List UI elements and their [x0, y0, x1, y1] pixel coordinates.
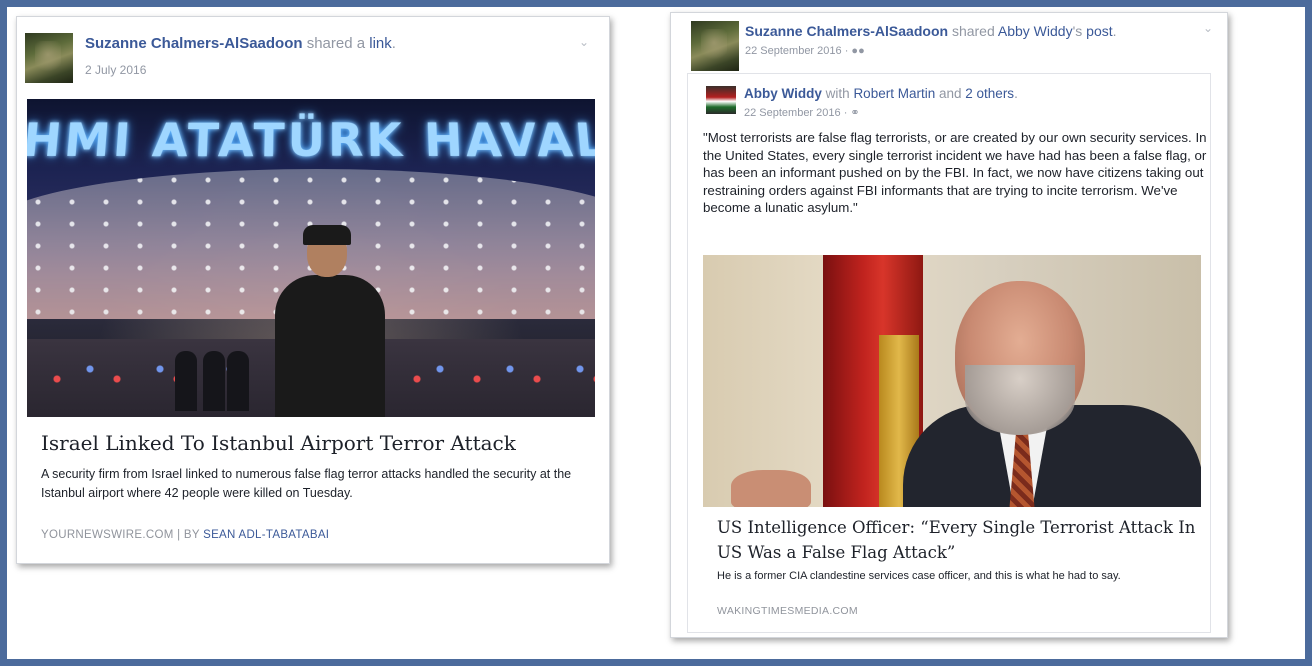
article-source[interactable]: WAKINGTIMESMEDIA.COM [717, 605, 858, 617]
inner-date-row: 22 September 2016 · ⚭ [744, 106, 860, 119]
post-header: Suzanne Chalmers-AlSaadoon shared Abby W… [745, 23, 1117, 39]
tagged-person-link[interactable]: Robert Martin [853, 86, 935, 101]
post-date[interactable]: 2 July 2016 [85, 63, 146, 77]
author-name-link[interactable]: Suzanne Chalmers-AlSaadoon [745, 23, 948, 39]
article-headline[interactable]: Israel Linked To Istanbul Airport Terror… [41, 431, 591, 455]
and-label: and [938, 86, 962, 101]
post-header: Suzanne Chalmers-AlSaadoon shared a link… [85, 35, 396, 52]
article-headline[interactable]: US Intelligence Officer: “Every Single T… [717, 515, 1207, 565]
shared-from-link[interactable]: Abby Widdy [998, 23, 1073, 39]
inner-post-date[interactable]: 22 September 2016 [744, 107, 841, 119]
article-image[interactable] [703, 255, 1201, 507]
source-separator: | [177, 529, 181, 541]
hand-graphic [731, 470, 811, 507]
inner-post-header: Abby Widdy with Robert Martin and 2 othe… [744, 86, 1018, 101]
article-author-link[interactable]: SEAN ADL-TABATABAI [203, 529, 329, 541]
article-source: YOURNEWSWIRE.COM | BY SEAN ADL-TABATABAI [41, 529, 329, 541]
quoted-text: "Most terrorists are false flag terroris… [703, 130, 1207, 215]
person-silhouette [175, 351, 197, 411]
friends-icon: · ●● [844, 45, 865, 57]
airport-sign-text: HMI ATATÜRK HAVALIMAN [27, 113, 595, 167]
article-description: He is a former CIA clandestine services … [717, 570, 1121, 582]
header-period: . [391, 35, 396, 52]
possessive-suffix: 's [1072, 23, 1083, 39]
chevron-down-icon[interactable]: ⌄ [579, 35, 589, 49]
author-avatar[interactable] [691, 21, 739, 71]
person-silhouette [203, 351, 225, 411]
action-text: shared [951, 23, 995, 39]
with-label: with [825, 86, 850, 101]
armed-officer-figure [255, 225, 405, 417]
author-avatar[interactable] [25, 33, 73, 83]
article-image[interactable]: HMI ATATÜRK HAVALIMAN [27, 99, 595, 417]
post-date-row: 22 September 2016 · ●● [745, 45, 865, 57]
by-label: BY [183, 529, 200, 541]
header-period: . [1112, 23, 1117, 39]
shared-post-link[interactable]: post [1086, 23, 1112, 39]
source-domain: YOURNEWSWIRE.COM [41, 529, 174, 541]
post-card-right: Suzanne Chalmers-AlSaadoon shared Abby W… [670, 12, 1228, 638]
inner-author-avatar[interactable] [706, 86, 736, 114]
inner-header-period: . [1014, 86, 1018, 101]
action-text: shared a [306, 35, 366, 52]
article-description: A security firm from Israel linked to nu… [41, 467, 572, 500]
shared-link[interactable]: link [369, 35, 392, 52]
author-name-link[interactable]: Suzanne Chalmers-AlSaadoon [85, 35, 303, 52]
others-link[interactable]: 2 others [965, 86, 1014, 101]
person-silhouette [227, 351, 249, 411]
beard-graphic [965, 365, 1075, 435]
inner-author-name-link[interactable]: Abby Widdy [744, 86, 822, 101]
post-card-left: Suzanne Chalmers-AlSaadoon shared a link… [16, 16, 610, 564]
post-date[interactable]: 22 September 2016 [745, 45, 842, 57]
chevron-down-icon[interactable]: ⌄ [1203, 21, 1213, 35]
globe-icon: · ⚭ [843, 107, 860, 119]
